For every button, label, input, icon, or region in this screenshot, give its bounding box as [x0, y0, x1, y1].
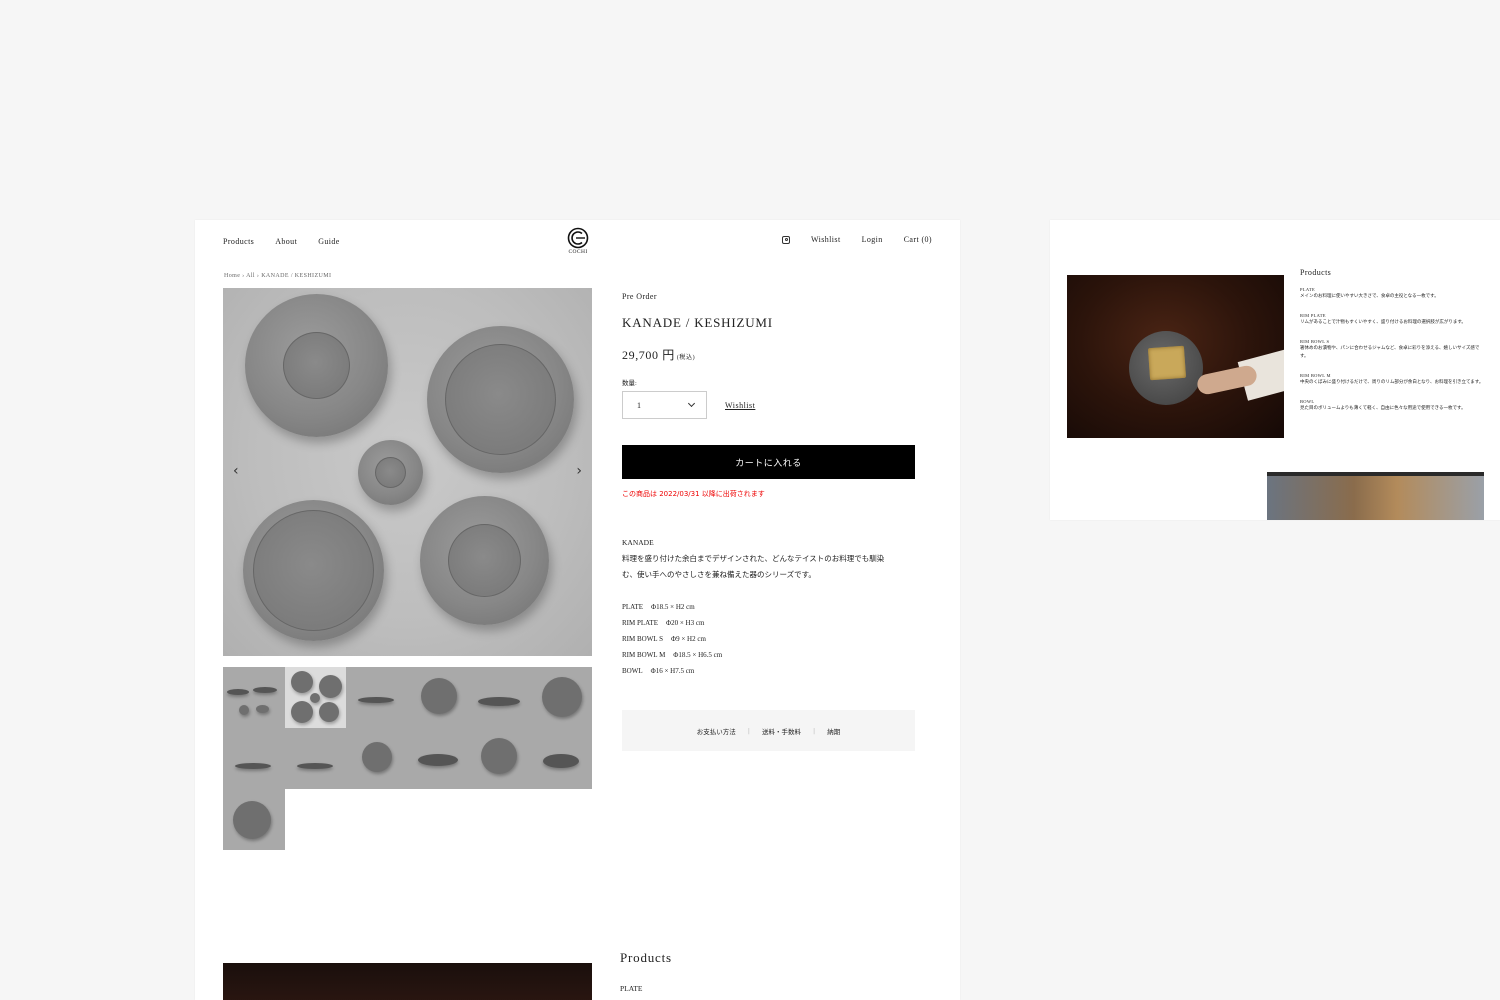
nav-about[interactable]: About [275, 237, 297, 246]
product-info: Pre Order KANADE / KESHIZUMI 29,700 円 (税込… [622, 292, 915, 751]
rim-bowl-s-image [358, 440, 423, 505]
chevron-left-icon[interactable]: ‹ [233, 463, 239, 479]
chevron-down-icon [687, 399, 696, 408]
utility-nav: Wishlist Login Cart (0) [761, 235, 932, 244]
product-entry: RIM BOWL S 箸休めのお漬物や、パンに合わせるジャムなど、食卓に彩りを添… [1300, 339, 1485, 361]
product-price: 29,700 円 (税込) [622, 346, 915, 363]
spec-row: RIM BOWL S Φ9 × H2 cm [622, 631, 915, 647]
plated-dish-photo [1067, 275, 1284, 438]
nav-wishlist[interactable]: Wishlist [811, 235, 841, 244]
thumbnail-gallery [223, 667, 592, 850]
product-entry: PLATE メインのお料理に使いやすい大きさで、食卓の主役となる一枚です。 [1300, 287, 1485, 301]
product-entry: BOWL 見た目のボリュームよりも薄くて軽く、自由に色々な用途で使用できる一枚で… [1300, 399, 1485, 413]
nav-login[interactable]: Login [862, 235, 883, 244]
plate-image [243, 500, 384, 641]
nav-guide[interactable]: Guide [318, 237, 340, 246]
product-entry-name: BOWL [1300, 399, 1315, 404]
preorder-label: Pre Order [622, 292, 657, 301]
products-heading: Products [1300, 268, 1332, 277]
product-entry: RIM BOWL M 中央のくぼみに盛り付けるだけで、周りのリム部分が余白となり… [1300, 373, 1485, 387]
thumbnail[interactable] [469, 728, 531, 789]
thumbnail[interactable] [530, 728, 592, 789]
quantity-label: 数量: [622, 380, 637, 387]
tab-divider: | [813, 726, 816, 735]
spec-name: BOWL [622, 667, 643, 675]
product-page-screenshot: Products About Guide COCHI Wishlist Logi… [195, 220, 960, 1000]
product-entry-text: 箸休めのお漬物や、パンに合わせるジャムなど、食卓に彩りを添える、嬉しいサイズ感で… [1300, 346, 1480, 359]
spec-row: PLATE Φ18.5 × H2 cm [622, 599, 915, 615]
wishlist-link[interactable]: Wishlist [725, 401, 755, 410]
tab-delivery[interactable]: 納期 [827, 726, 840, 736]
spec-row: BOWL Φ16 × H7.5 cm [622, 663, 915, 679]
products-list: Products PLATE メインのお料理に使いやすい大きさで、食卓の主役とな… [1300, 268, 1485, 425]
tab-payment[interactable]: お支払い方法 [697, 726, 736, 736]
cochi-logo-icon [567, 227, 589, 249]
thumbnail[interactable] [530, 667, 592, 728]
thumbnail[interactable] [407, 728, 469, 789]
spec-name: RIM BOWL M [622, 651, 666, 659]
product-entry-name: PLATE [1300, 287, 1315, 292]
main-nav: Products About Guide [223, 237, 361, 246]
product-title: KANADE / KESHIZUMI [622, 315, 773, 330]
product-entry-name: RIM BOWL S [1300, 339, 1330, 344]
spec-name: RIM PLATE [622, 619, 658, 627]
spec-size: Φ18.5 × H6.5 cm [673, 651, 723, 659]
logo-text: COCHI [568, 249, 588, 255]
shipping-note: この商品は 2022/03/31 以降に出荷されます [622, 490, 765, 498]
spec-size: Φ20 × H3 cm [665, 619, 705, 627]
product-entry-text: リムがあることで汁物もすくいやすく、盛り付けるお料理の選択肢が広がります。 [1300, 320, 1466, 325]
thumbnail[interactable] [223, 789, 285, 850]
thumbnail[interactable] [346, 728, 408, 789]
description-line: む、使い手へのやさしさを兼ね備えた器のシリーズです。 [622, 570, 816, 579]
spec-size: Φ9 × H2 cm [670, 635, 706, 643]
quantity-value: 1 [637, 400, 641, 410]
thumbnail[interactable] [284, 728, 346, 789]
products-section-screenshot: Products PLATE メインのお料理に使いやすい大きさで、食卓の主役とな… [1050, 220, 1500, 520]
spec-name: RIM BOWL S [622, 635, 663, 643]
product-main-image: ‹ › [223, 288, 592, 656]
lower-section-item: PLATE [620, 984, 643, 993]
tax-note: (税込) [676, 355, 696, 361]
product-description: KANADE 料理を盛り付けた余白までデザインされた、どんなテイストのお料理でも… [622, 535, 915, 583]
quantity-select[interactable]: 1 [622, 391, 707, 419]
thumbnail-selected[interactable] [284, 667, 346, 728]
spec-row: RIM PLATE Φ20 × H3 cm [622, 615, 915, 631]
description-line: 料理を盛り付けた余白までデザインされた、どんなテイストのお料理でも馴染 [622, 554, 885, 563]
rim-plate-large-image [427, 326, 574, 473]
price-value: 29,700 円 [622, 348, 675, 362]
thumbnail[interactable] [223, 667, 285, 728]
nav-products[interactable]: Products [223, 237, 254, 246]
lower-section-title: Products [620, 950, 672, 965]
breadcrumb: Home › All › KANADE / KESHIZUMI [224, 273, 332, 279]
nav-cart[interactable]: Cart (0) [904, 235, 932, 244]
thumbnail[interactable] [407, 667, 469, 728]
thumbnail[interactable] [223, 728, 285, 789]
lower-section-image [223, 963, 592, 1000]
spec-size: Φ16 × H7.5 cm [650, 667, 695, 675]
instagram-icon[interactable] [782, 235, 791, 244]
tab-divider: | [747, 726, 750, 735]
product-entry-name: RIM PLATE [1300, 313, 1326, 318]
product-entry-text: 中央のくぼみに盛り付けるだけで、周りのリム部分が余白となり、お料理を引き立てます… [1300, 380, 1484, 385]
spec-size: Φ18.5 × H2 cm [651, 603, 695, 611]
product-entry-text: 見た目のボリュームよりも薄くて軽く、自由に色々な用途で使用できる一枚です。 [1300, 406, 1466, 411]
bowl-image [420, 496, 549, 625]
product-entry: RIM PLATE リムがあることで汁物もすくいやすく、盛り付けるお料理の選択肢… [1300, 313, 1485, 327]
add-to-cart-button[interactable]: カートに入れる [622, 445, 915, 479]
thumbnail[interactable] [346, 667, 408, 728]
thumbnail[interactable] [469, 667, 531, 728]
product-entry-text: メインのお料理に使いやすい大きさで、食卓の主役となる一枚です。 [1300, 294, 1439, 299]
tab-shipping[interactable]: 送料・手数料 [762, 726, 801, 736]
spec-name: PLATE [622, 603, 643, 611]
chevron-right-icon[interactable]: › [576, 463, 582, 479]
series-name: KANADE [622, 538, 654, 547]
brand-logo[interactable]: COCHI [565, 227, 591, 255]
spec-list: PLATE Φ18.5 × H2 cm RIM PLATE Φ20 × H3 cm … [622, 599, 915, 679]
rim-plate-image [245, 294, 388, 437]
info-tabs: お支払い方法 | 送料・手数料 | 納期 [622, 710, 915, 751]
workshop-photo [1267, 472, 1484, 520]
product-entry-name: RIM BOWL M [1300, 373, 1331, 378]
quantity-row: 1 Wishlist [622, 391, 915, 419]
spec-row: RIM BOWL M Φ18.5 × H6.5 cm [622, 647, 915, 663]
